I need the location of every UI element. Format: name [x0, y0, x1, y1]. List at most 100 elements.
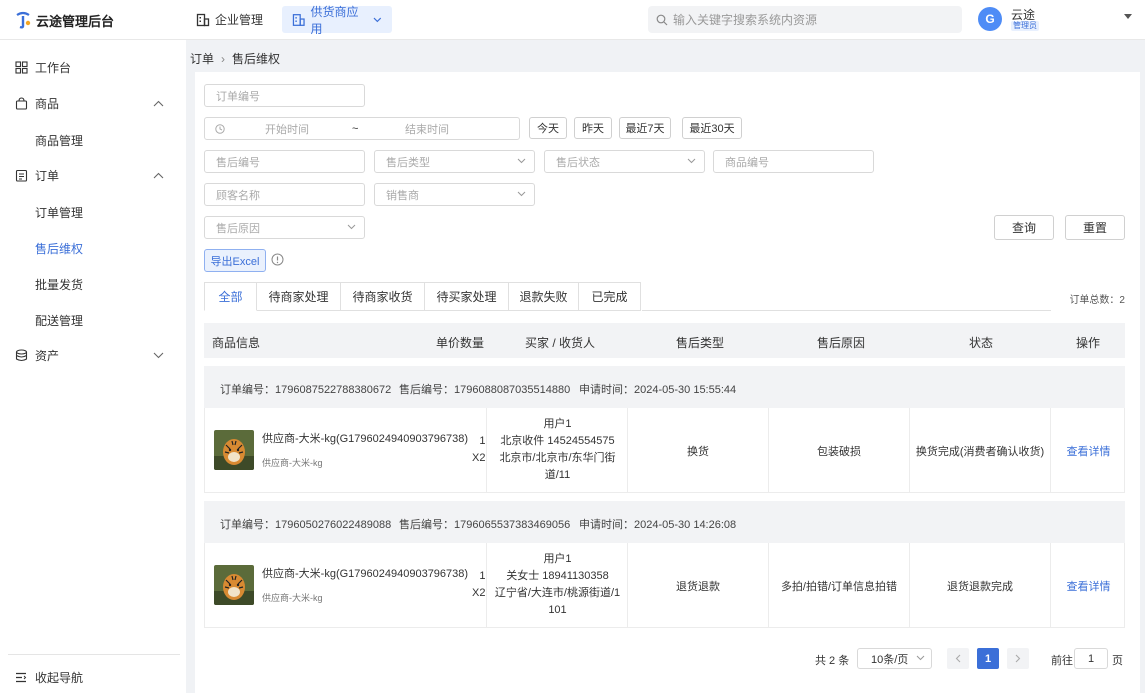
chevron-down-icon — [916, 655, 925, 661]
chevron-down-icon — [517, 158, 526, 164]
sidebar-item-order[interactable]: 订单 — [0, 157, 186, 193]
after-sale-status: 退货退款完成 — [947, 581, 1013, 593]
after-sale-reason-select[interactable]: 售后原因 — [204, 216, 365, 239]
after-sale-number: 售后编号：1796065537383469056 — [399, 519, 571, 531]
next-page-button[interactable] — [1007, 648, 1029, 669]
main-panel: 订单编号 开始时间 ~ 结束时间 今天 昨天 最近7天 最近30天 售后编号 售… — [195, 72, 1140, 693]
sidebar-item-label: 订单 — [35, 168, 60, 183]
product-thumbnail — [214, 565, 254, 605]
shopping-bag-icon — [15, 96, 28, 110]
date-range-picker[interactable]: 开始时间 ~ 结束时间 — [204, 117, 520, 140]
global-search-input[interactable]: 输入关键字搜索系统内资源 — [648, 6, 962, 33]
page-size-select[interactable]: 10条/页 — [857, 648, 932, 669]
tab-pending-merchant[interactable]: 待商家处理 — [257, 282, 341, 311]
col-status: 状态 — [969, 336, 994, 350]
pagination-total: 共 2 条 — [815, 655, 850, 667]
chevron-right-icon — [1015, 654, 1021, 663]
top-header: 云途管理后台 企业管理 供货商应用 输入关键字搜索系统内资源 G 云途 管理员 — [0, 0, 1145, 40]
export-excel-button[interactable]: 导出Excel — [204, 249, 266, 272]
query-button[interactable]: 查询 — [994, 215, 1054, 240]
yesterday-button[interactable]: 昨天 — [574, 117, 612, 139]
chevron-down-icon — [687, 158, 696, 164]
view-detail-link[interactable]: 查看详情 — [1051, 443, 1126, 459]
buyer-info: 用户1 北京收件 14524554575 北京市/北京市/东华门街 道/11 — [489, 416, 626, 484]
tab-refund-failed[interactable]: 退款失败 — [509, 282, 579, 311]
user-role-badge: 管理员 — [1011, 21, 1039, 31]
price-qty: 1 X2 — [472, 568, 485, 602]
breadcrumb-separator: › — [221, 51, 226, 66]
breadcrumb-root[interactable]: 订单 — [190, 50, 214, 67]
chevron-up-icon — [153, 172, 164, 178]
search-icon — [656, 14, 668, 25]
sidebar: 工作台 商品 商品管理 订单 订单管理 售后维权 批量发货 配送管理 资产 收起… — [0, 40, 186, 693]
app-title: 云途管理后台 — [36, 13, 115, 29]
sidebar-item-after-sale[interactable]: 售后维权 — [35, 240, 83, 257]
chevron-up-icon — [153, 100, 164, 106]
col-buyer: 买家 / 收货人 — [525, 336, 596, 350]
nav-enterprise[interactable]: 企业管理 — [186, 6, 273, 33]
today-button[interactable]: 今天 — [529, 117, 567, 139]
reset-button[interactable]: 重置 — [1065, 215, 1125, 240]
collapse-nav-button[interactable]: 收起导航 — [15, 669, 83, 686]
goto-page-input[interactable]: 1 — [1074, 648, 1108, 669]
sidebar-divider — [8, 654, 180, 655]
order-no-input[interactable]: 订单编号 — [204, 84, 365, 107]
tab-pending-buyer[interactable]: 待买家处理 — [425, 282, 509, 311]
sidebar-item-batch-ship[interactable]: 批量发货 — [35, 276, 83, 293]
order-header: 订单编号：1796050276022489088 售后编号：1796065537… — [204, 501, 1125, 543]
after-sale-reason: 多拍/拍错/订单信息拍错 — [780, 581, 898, 593]
col-type: 售后类型 — [676, 336, 725, 350]
goods-no-input[interactable]: 商品编号 — [713, 150, 874, 173]
sidebar-item-order-manage[interactable]: 订单管理 — [35, 204, 83, 221]
order-header: 订单编号：1796087522788380672 售后编号：1796088087… — [204, 366, 1125, 408]
avatar[interactable]: G — [978, 7, 1002, 31]
after-sale-type-select[interactable]: 售后类型 — [374, 150, 535, 173]
tab-completed[interactable]: 已完成 — [579, 282, 641, 311]
breadcrumb-current: 售后维权 — [232, 52, 281, 66]
nav-supply-app[interactable]: 供货商应用 — [282, 5, 392, 36]
seller-placeholder: 销售商 — [386, 189, 419, 202]
sidebar-item-label: 商品 — [35, 96, 60, 111]
seller-select[interactable]: 销售商 — [374, 183, 535, 206]
goto-label: 前往 — [1051, 655, 1073, 667]
chevron-down-icon — [373, 17, 382, 22]
page-number-button[interactable]: 1 — [977, 648, 999, 669]
tab-all[interactable]: 全部 — [204, 282, 257, 311]
sidebar-item-goods[interactable]: 商品 — [0, 85, 186, 121]
last-30-days-button[interactable]: 最近30天 — [682, 117, 742, 139]
after-sale-status-select[interactable]: 售后状态 — [544, 150, 705, 173]
tab-pending-receive[interactable]: 待商家收货 — [341, 282, 425, 311]
after-sale-type: 退货退款 — [676, 581, 720, 593]
apps-icon — [292, 13, 305, 26]
range-separator: ~ — [352, 122, 359, 135]
goods-no-placeholder: 商品编号 — [725, 156, 769, 169]
sidebar-item-assets[interactable]: 资产 — [0, 337, 186, 373]
order-total: 订单总数：2 — [1069, 295, 1125, 306]
receiver: 关女士 18941130358 — [506, 570, 609, 582]
chevron-down-icon — [517, 191, 526, 197]
app-logo[interactable]: 云途管理后台 — [14, 10, 114, 30]
collapse-icon — [16, 672, 27, 683]
prev-page-button[interactable] — [947, 648, 969, 669]
after-sale-no-input[interactable]: 售后编号 — [204, 150, 365, 173]
nav-supply-label: 供货商应用 — [310, 4, 359, 36]
customer-name-input[interactable]: 顾客名称 — [204, 183, 365, 206]
view-detail-link[interactable]: 查看详情 — [1051, 578, 1126, 594]
end-time-placeholder: 结束时间 — [405, 123, 449, 136]
info-icon[interactable] — [271, 253, 284, 266]
sidebar-item-goods-manage[interactable]: 商品管理 — [35, 132, 83, 149]
user-menu-caret-icon[interactable] — [1124, 14, 1132, 19]
buyer-name: 用户1 — [543, 553, 572, 565]
col-price-qty: 单价数量 — [436, 336, 485, 350]
goto-unit: 页 — [1112, 655, 1123, 667]
nav-enterprise-label: 企业管理 — [215, 13, 264, 27]
sidebar-item-delivery[interactable]: 配送管理 — [35, 312, 83, 329]
sidebar-item-workbench[interactable]: 工作台 — [0, 49, 186, 85]
search-placeholder: 输入关键字搜索系统内资源 — [673, 13, 818, 27]
page-scrollbar[interactable] — [1140, 40, 1145, 693]
sidebar-item-label: 资产 — [35, 348, 60, 363]
product-name: 供应商-大米-kg(G1796024940903796738) — [262, 568, 469, 580]
col-reason: 售后原因 — [817, 336, 866, 350]
after-sale-status-placeholder: 售后状态 — [556, 156, 600, 169]
last-7-days-button[interactable]: 最近7天 — [619, 117, 671, 139]
